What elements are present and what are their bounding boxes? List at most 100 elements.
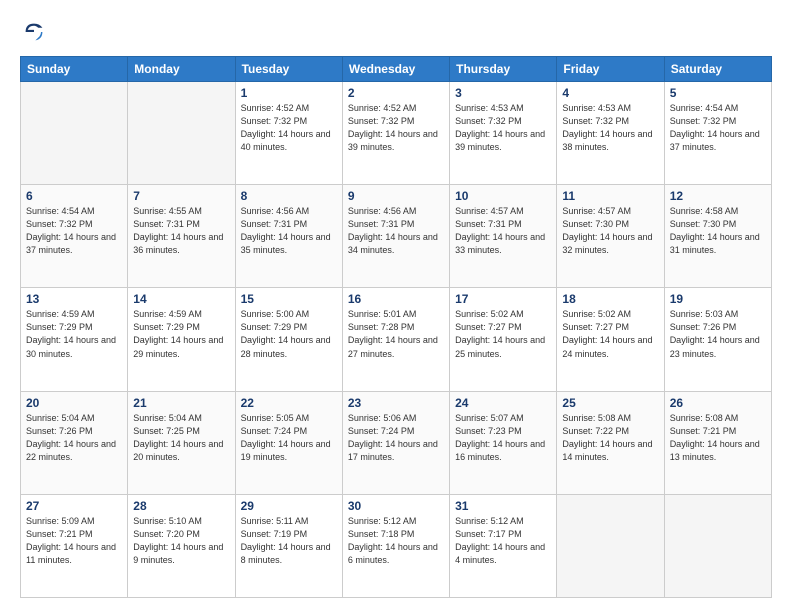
- calendar-cell: 18Sunrise: 5:02 AMSunset: 7:27 PMDayligh…: [557, 288, 664, 391]
- day-info: Sunrise: 5:08 AMSunset: 7:21 PMDaylight:…: [670, 412, 766, 464]
- calendar-cell: 5 Sunrise: 4:54 AMSunset: 7:32 PMDaylight…: [664, 82, 771, 185]
- calendar-header-row: SundayMondayTuesdayWednesdayThursdayFrid…: [21, 57, 772, 82]
- day-info: Sunrise: 4:59 AMSunset: 7:29 PMDaylight:…: [133, 308, 229, 360]
- calendar-cell: 11 Sunrise: 4:57 AMSunset: 7:30 PMDayligh…: [557, 185, 664, 288]
- day-number: 2: [348, 86, 444, 100]
- calendar-cell: 28 Sunrise: 5:10 AMSunset: 7:20 PMDayligh…: [128, 494, 235, 597]
- calendar-cell: 14 Sunrise: 4:59 AMSunset: 7:29 PMDayligh…: [128, 288, 235, 391]
- day-info: Sunrise: 4:52 AMSunset: 7:32 PMDaylight:…: [348, 102, 444, 154]
- calendar-header-friday: Friday: [557, 57, 664, 82]
- day-number: 3: [455, 86, 551, 100]
- day-info: Sunrise: 5:12 AMSunset: 7:17 PMDaylight:…: [455, 515, 551, 567]
- day-number: 6: [26, 189, 122, 203]
- day-number: 16: [348, 292, 444, 306]
- calendar-cell: 30 Sunrise: 5:12 AMSunset: 7:18 PMDayligh…: [342, 494, 449, 597]
- calendar-header-tuesday: Tuesday: [235, 57, 342, 82]
- calendar-cell: 21 Sunrise: 5:04 AMSunset: 7:25 PMDayligh…: [128, 391, 235, 494]
- calendar-week-5: 27 Sunrise: 5:09 AMSunset: 7:21 PMDayligh…: [21, 494, 772, 597]
- day-number: 10: [455, 189, 551, 203]
- day-info: Sunrise: 5:02 AMSunset: 7:27 PMDaylight:…: [455, 308, 551, 360]
- day-info: Sunrise: 5:08 AMSunset: 7:22 PMDaylight:…: [562, 412, 658, 464]
- calendar-cell: [664, 494, 771, 597]
- day-info: Sunrise: 4:57 AMSunset: 7:31 PMDaylight:…: [455, 205, 551, 257]
- day-info: Sunrise: 5:04 AMSunset: 7:25 PMDaylight:…: [133, 412, 229, 464]
- day-number: 21: [133, 396, 229, 410]
- calendar-cell: 27 Sunrise: 5:09 AMSunset: 7:21 PMDayligh…: [21, 494, 128, 597]
- calendar-cell: 19Sunrise: 5:03 AMSunset: 7:26 PMDayligh…: [664, 288, 771, 391]
- calendar-cell: 24Sunrise: 5:07 AMSunset: 7:23 PMDayligh…: [450, 391, 557, 494]
- calendar-week-4: 20Sunrise: 5:04 AMSunset: 7:26 PMDayligh…: [21, 391, 772, 494]
- day-info: Sunrise: 4:53 AMSunset: 7:32 PMDaylight:…: [455, 102, 551, 154]
- day-info: Sunrise: 5:12 AMSunset: 7:18 PMDaylight:…: [348, 515, 444, 567]
- day-info: Sunrise: 4:58 AMSunset: 7:30 PMDaylight:…: [670, 205, 766, 257]
- day-number: 29: [241, 499, 337, 513]
- day-info: Sunrise: 4:53 AMSunset: 7:32 PMDaylight:…: [562, 102, 658, 154]
- day-number: 8: [241, 189, 337, 203]
- calendar-cell: 3 Sunrise: 4:53 AMSunset: 7:32 PMDaylight…: [450, 82, 557, 185]
- calendar-cell: 10 Sunrise: 4:57 AMSunset: 7:31 PMDayligh…: [450, 185, 557, 288]
- calendar-cell: 22 Sunrise: 5:05 AMSunset: 7:24 PMDayligh…: [235, 391, 342, 494]
- day-number: 25: [562, 396, 658, 410]
- day-info: Sunrise: 4:59 AMSunset: 7:29 PMDaylight:…: [26, 308, 122, 360]
- calendar-cell: [128, 82, 235, 185]
- calendar-header-monday: Monday: [128, 57, 235, 82]
- day-number: 15: [241, 292, 337, 306]
- calendar-cell: 7 Sunrise: 4:55 AMSunset: 7:31 PMDaylight…: [128, 185, 235, 288]
- day-info: Sunrise: 5:00 AMSunset: 7:29 PMDaylight:…: [241, 308, 337, 360]
- calendar-cell: 12 Sunrise: 4:58 AMSunset: 7:30 PMDayligh…: [664, 185, 771, 288]
- day-number: 5: [670, 86, 766, 100]
- calendar-cell: 23 Sunrise: 5:06 AMSunset: 7:24 PMDayligh…: [342, 391, 449, 494]
- calendar-cell: 17 Sunrise: 5:02 AMSunset: 7:27 PMDayligh…: [450, 288, 557, 391]
- day-number: 17: [455, 292, 551, 306]
- day-info: Sunrise: 4:57 AMSunset: 7:30 PMDaylight:…: [562, 205, 658, 257]
- calendar-header-thursday: Thursday: [450, 57, 557, 82]
- calendar-cell: 29 Sunrise: 5:11 AMSunset: 7:19 PMDayligh…: [235, 494, 342, 597]
- calendar-cell: 1Sunrise: 4:52 AMSunset: 7:32 PMDaylight…: [235, 82, 342, 185]
- day-info: Sunrise: 5:01 AMSunset: 7:28 PMDaylight:…: [348, 308, 444, 360]
- day-info: Sunrise: 5:05 AMSunset: 7:24 PMDaylight:…: [241, 412, 337, 464]
- calendar-header-wednesday: Wednesday: [342, 57, 449, 82]
- day-info: Sunrise: 4:54 AMSunset: 7:32 PMDaylight:…: [670, 102, 766, 154]
- day-info: Sunrise: 5:06 AMSunset: 7:24 PMDaylight:…: [348, 412, 444, 464]
- day-number: 27: [26, 499, 122, 513]
- calendar-cell: 4 Sunrise: 4:53 AMSunset: 7:32 PMDaylight…: [557, 82, 664, 185]
- calendar-week-1: 1Sunrise: 4:52 AMSunset: 7:32 PMDaylight…: [21, 82, 772, 185]
- day-number: 31: [455, 499, 551, 513]
- calendar-week-3: 13 Sunrise: 4:59 AMSunset: 7:29 PMDayligh…: [21, 288, 772, 391]
- day-number: 7: [133, 189, 229, 203]
- day-number: 14: [133, 292, 229, 306]
- day-number: 20: [26, 396, 122, 410]
- day-number: 23: [348, 396, 444, 410]
- calendar-header-sunday: Sunday: [21, 57, 128, 82]
- day-number: 24: [455, 396, 551, 410]
- day-number: 13: [26, 292, 122, 306]
- calendar-cell: 6Sunrise: 4:54 AMSunset: 7:32 PMDaylight…: [21, 185, 128, 288]
- calendar-cell: 26 Sunrise: 5:08 AMSunset: 7:21 PMDayligh…: [664, 391, 771, 494]
- calendar-cell: 20Sunrise: 5:04 AMSunset: 7:26 PMDayligh…: [21, 391, 128, 494]
- day-info: Sunrise: 5:03 AMSunset: 7:26 PMDaylight:…: [670, 308, 766, 360]
- day-number: 4: [562, 86, 658, 100]
- calendar-cell: 9Sunrise: 4:56 AMSunset: 7:31 PMDaylight…: [342, 185, 449, 288]
- day-info: Sunrise: 4:56 AMSunset: 7:31 PMDaylight:…: [241, 205, 337, 257]
- day-info: Sunrise: 5:09 AMSunset: 7:21 PMDaylight:…: [26, 515, 122, 567]
- day-number: 26: [670, 396, 766, 410]
- day-info: Sunrise: 4:55 AMSunset: 7:31 PMDaylight:…: [133, 205, 229, 257]
- day-number: 12: [670, 189, 766, 203]
- day-number: 18: [562, 292, 658, 306]
- day-info: Sunrise: 4:52 AMSunset: 7:32 PMDaylight:…: [241, 102, 337, 154]
- calendar-table: SundayMondayTuesdayWednesdayThursdayFrid…: [20, 56, 772, 598]
- day-info: Sunrise: 5:11 AMSunset: 7:19 PMDaylight:…: [241, 515, 337, 567]
- calendar-cell: 13 Sunrise: 4:59 AMSunset: 7:29 PMDayligh…: [21, 288, 128, 391]
- day-number: 9: [348, 189, 444, 203]
- calendar-cell: 25 Sunrise: 5:08 AMSunset: 7:22 PMDayligh…: [557, 391, 664, 494]
- day-number: 30: [348, 499, 444, 513]
- calendar-cell: 8 Sunrise: 4:56 AMSunset: 7:31 PMDaylight…: [235, 185, 342, 288]
- calendar-header-saturday: Saturday: [664, 57, 771, 82]
- calendar-cell: [557, 494, 664, 597]
- day-number: 11: [562, 189, 658, 203]
- page: SundayMondayTuesdayWednesdayThursdayFrid…: [0, 0, 792, 612]
- logo: [20, 18, 52, 46]
- day-number: 22: [241, 396, 337, 410]
- day-number: 28: [133, 499, 229, 513]
- day-info: Sunrise: 5:10 AMSunset: 7:20 PMDaylight:…: [133, 515, 229, 567]
